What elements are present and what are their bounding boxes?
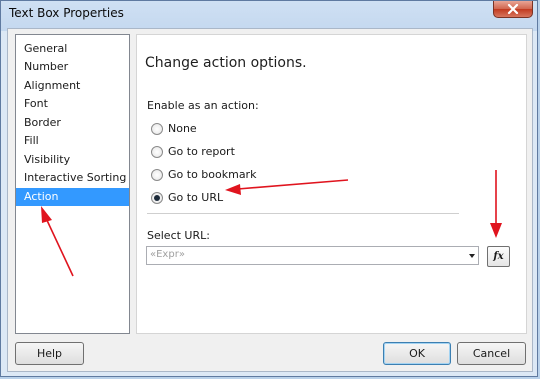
radio-go-to-report-label: Go to report [168, 145, 235, 158]
radio-go-to-url-label: Go to URL [168, 191, 224, 204]
window-title: Text Box Properties [9, 6, 124, 20]
divider [147, 213, 459, 214]
nav-item-alignment[interactable]: Alignment [16, 77, 129, 95]
radio-button[interactable] [151, 146, 163, 158]
nav-item-fill[interactable]: Fill [16, 132, 129, 150]
select-url-label: Select URL: [147, 229, 210, 242]
nav-item-font[interactable]: Font [16, 95, 129, 113]
dialog-content: General Number Alignment Font Border Fil… [7, 28, 533, 372]
radio-button[interactable] [151, 123, 163, 135]
category-list: General Number Alignment Font Border Fil… [15, 34, 130, 334]
radio-go-to-bookmark-label: Go to bookmark [168, 168, 257, 181]
nav-item-action[interactable]: Action [16, 188, 129, 206]
panel-heading: Change action options. [145, 55, 307, 71]
ok-button[interactable]: OK [383, 342, 451, 365]
help-button[interactable]: Help [15, 342, 84, 365]
enable-action-label: Enable as an action: [147, 99, 259, 112]
expression-button[interactable]: fx [487, 246, 510, 267]
radio-button-checked[interactable] [151, 192, 163, 204]
close-button[interactable] [493, 1, 533, 18]
nav-item-visibility[interactable]: Visibility [16, 151, 129, 169]
nav-item-number[interactable]: Number [16, 58, 129, 76]
cancel-button[interactable]: Cancel [457, 342, 526, 365]
url-expression-select[interactable]: «Expr» [146, 246, 479, 265]
close-icon [507, 4, 519, 14]
nav-item-general[interactable]: General [16, 40, 129, 58]
url-expression-value: «Expr» [150, 249, 185, 260]
radio-button[interactable] [151, 169, 163, 181]
chevron-down-icon[interactable] [469, 254, 475, 258]
radio-none-label: None [168, 122, 197, 135]
title-bar[interactable]: Text Box Properties [1, 1, 539, 27]
nav-item-border[interactable]: Border [16, 114, 129, 132]
nav-item-interactive-sorting[interactable]: Interactive Sorting [16, 169, 129, 187]
action-panel: Change action options. Enable as an acti… [136, 34, 527, 334]
text-box-properties-dialog: Text Box Properties General Number Align… [0, 0, 538, 377]
